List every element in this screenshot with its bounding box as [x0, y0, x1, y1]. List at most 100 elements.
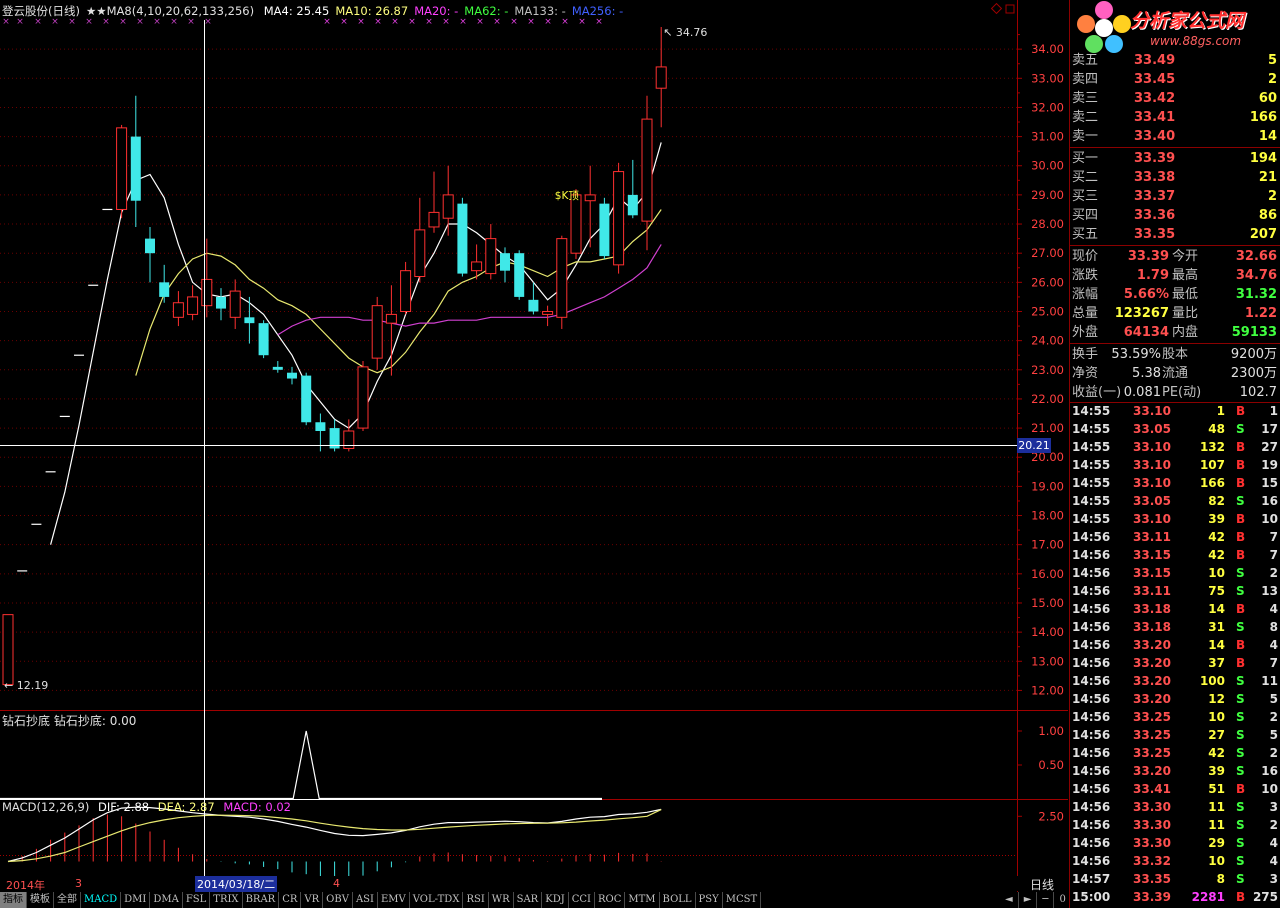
- tick-price: 33.10: [1133, 404, 1171, 418]
- tick-side: S: [1236, 566, 1245, 580]
- tick-row: 14:56 33.20 37 B 7: [1070, 654, 1280, 672]
- tick-time: 14:56: [1072, 674, 1111, 688]
- tick-side: S: [1236, 746, 1245, 760]
- quote-row: 现价 33.39 今开 32.66: [1070, 247, 1280, 266]
- tick-side: S: [1236, 800, 1245, 814]
- high-annotation: ↖ 34.76: [663, 26, 707, 39]
- tab-cr[interactable]: CR: [279, 892, 302, 908]
- candle-up: [385, 313, 397, 324]
- tick-side: S: [1236, 728, 1245, 742]
- tick-price: 33.25: [1133, 728, 1171, 742]
- quote-value: 5.66%: [1123, 287, 1169, 302]
- tab-全部[interactable]: 全部: [54, 892, 81, 908]
- tick-side: B: [1236, 656, 1246, 670]
- tab-roc[interactable]: ROC: [595, 892, 626, 908]
- tick-row: 14:55 33.10 132 B 27: [1070, 438, 1280, 456]
- tick-count: 3: [1269, 800, 1278, 814]
- tick-row: 14:56 33.25 10 S 2: [1070, 708, 1280, 726]
- ma20-line: [277, 244, 662, 336]
- finance-value: 5.38: [1132, 366, 1161, 381]
- candle-down: [599, 203, 610, 257]
- candle-down: [272, 366, 283, 370]
- quote-value: 34.76: [1235, 268, 1277, 283]
- tab-指标[interactable]: 指标: [0, 892, 27, 908]
- period-label[interactable]: 日线: [1030, 876, 1054, 893]
- kline-chart[interactable]: × × × × × × × × × × × × × × × × × × × × × × × × × × × × × × 34.0033.0…: [0, 0, 1068, 908]
- tab-vr[interactable]: VR: [301, 892, 324, 908]
- tab-macd[interactable]: MACD: [81, 892, 122, 908]
- tick-count: 2: [1269, 566, 1278, 580]
- tab-fsl[interactable]: FSL: [183, 892, 211, 908]
- tick-side: S: [1236, 674, 1245, 688]
- tab-psy[interactable]: PSY: [696, 892, 723, 908]
- tick-side: B: [1236, 548, 1246, 562]
- tab-wr[interactable]: WR: [489, 892, 514, 908]
- buy-row: 买一 33.39 194: [1070, 149, 1280, 168]
- ma-value-2: MA20: -: [414, 4, 459, 18]
- tab-模板[interactable]: 模板: [27, 892, 54, 908]
- indicator-tab-bar: 指标 模板 全部 MACD DMI DMA FSL TRIX BRAR CR VR OBV ASI EMV…: [0, 892, 1068, 908]
- macd-dea: DEA: 2.87: [157, 800, 215, 814]
- sell-row: 卖二 33.41 166: [1070, 108, 1280, 127]
- tick-volume: 29: [1208, 836, 1225, 850]
- tab-dmi[interactable]: DMI: [121, 892, 151, 908]
- tick-row: 14:56 33.30 11 S 3: [1070, 798, 1280, 816]
- quote-value: 1.22: [1244, 306, 1277, 321]
- nav-button-2[interactable]: ─: [1037, 892, 1055, 908]
- quote-panel: 卖五 33.49 5 卖四 33.45 2 卖三 33.42 60 卖二 33.41 166 卖一 33.…: [1069, 0, 1280, 908]
- tab-obv[interactable]: OBV: [323, 892, 353, 908]
- buy-row: 买三 33.37 2: [1070, 187, 1280, 206]
- tick-row: 15:00 33.39 2281 B 275: [1070, 888, 1280, 906]
- tab-vol-tdx[interactable]: VOL-TDX: [410, 892, 464, 908]
- tick-time: 14:56: [1072, 764, 1111, 778]
- tab-mcst[interactable]: MCST: [723, 892, 762, 908]
- tab-mtm[interactable]: MTM: [625, 892, 660, 908]
- tab-brar[interactable]: BRAR: [243, 892, 280, 908]
- quote-value: 123267: [1114, 306, 1169, 321]
- tab-boll[interactable]: BOLL: [660, 892, 696, 908]
- ma-params: MA8(4,10,20,62,133,256): [106, 4, 255, 18]
- price-tick-label: 21.00: [1031, 421, 1064, 435]
- logo-url: www.88gs.com: [1150, 34, 1242, 48]
- tick-row: 14:56 33.20 12 S 5: [1070, 690, 1280, 708]
- tab-emv[interactable]: EMV: [378, 892, 410, 908]
- tick-time: 14:55: [1072, 440, 1111, 454]
- tick-price: 33.05: [1133, 494, 1171, 508]
- tick-volume: 27: [1208, 728, 1225, 742]
- tick-time: 14:56: [1072, 548, 1111, 562]
- candle-up: [400, 270, 412, 312]
- tab-dma[interactable]: DMA: [150, 892, 183, 908]
- tick-side: S: [1236, 494, 1245, 508]
- tick-row: 14:56 33.30 11 S 2: [1070, 816, 1280, 834]
- tick-time: 14:55: [1072, 404, 1111, 418]
- tab-cci[interactable]: CCI: [569, 892, 595, 908]
- macd-dea-line: [7, 809, 662, 863]
- nav-button-1[interactable]: ►: [1019, 892, 1038, 908]
- tick-price: 33.18: [1133, 620, 1171, 634]
- tab-asi[interactable]: ASI: [353, 892, 378, 908]
- tick-row: 14:56 33.32 10 S 4: [1070, 852, 1280, 870]
- tab-sar[interactable]: SAR: [514, 892, 543, 908]
- cursor-price: 20.21: [1018, 439, 1050, 452]
- tick-time: 14:56: [1072, 620, 1111, 634]
- tick-price: 33.10: [1133, 476, 1171, 490]
- candle-up: [2, 614, 14, 686]
- tab-kdj[interactable]: KDJ: [542, 892, 569, 908]
- tick-price: 33.20: [1133, 764, 1171, 778]
- nav-button-0[interactable]: ◄: [1000, 892, 1019, 908]
- price-tick-label: 13.00: [1031, 654, 1064, 668]
- book-volume: 21: [1258, 170, 1277, 185]
- tick-count: 7: [1269, 656, 1278, 670]
- logo-text: 分析家公式网: [1130, 10, 1245, 32]
- low-annotation: ← 12.19: [4, 679, 48, 692]
- tab-trix[interactable]: TRIX: [210, 892, 243, 908]
- tick-count: 7: [1269, 548, 1278, 562]
- finance-value: 0.081: [1123, 385, 1161, 400]
- tab-rsi[interactable]: RSI: [463, 892, 489, 908]
- macd-dif: DIF: 2.88: [98, 800, 150, 814]
- price-tick-label: 34.00: [1031, 42, 1064, 56]
- tick-volume: 10: [1208, 566, 1225, 580]
- ma-value-0: MA4: 25.45: [263, 4, 330, 18]
- date-cursor: 2014/03/18/二: [195, 876, 278, 892]
- candle-down: [145, 238, 155, 254]
